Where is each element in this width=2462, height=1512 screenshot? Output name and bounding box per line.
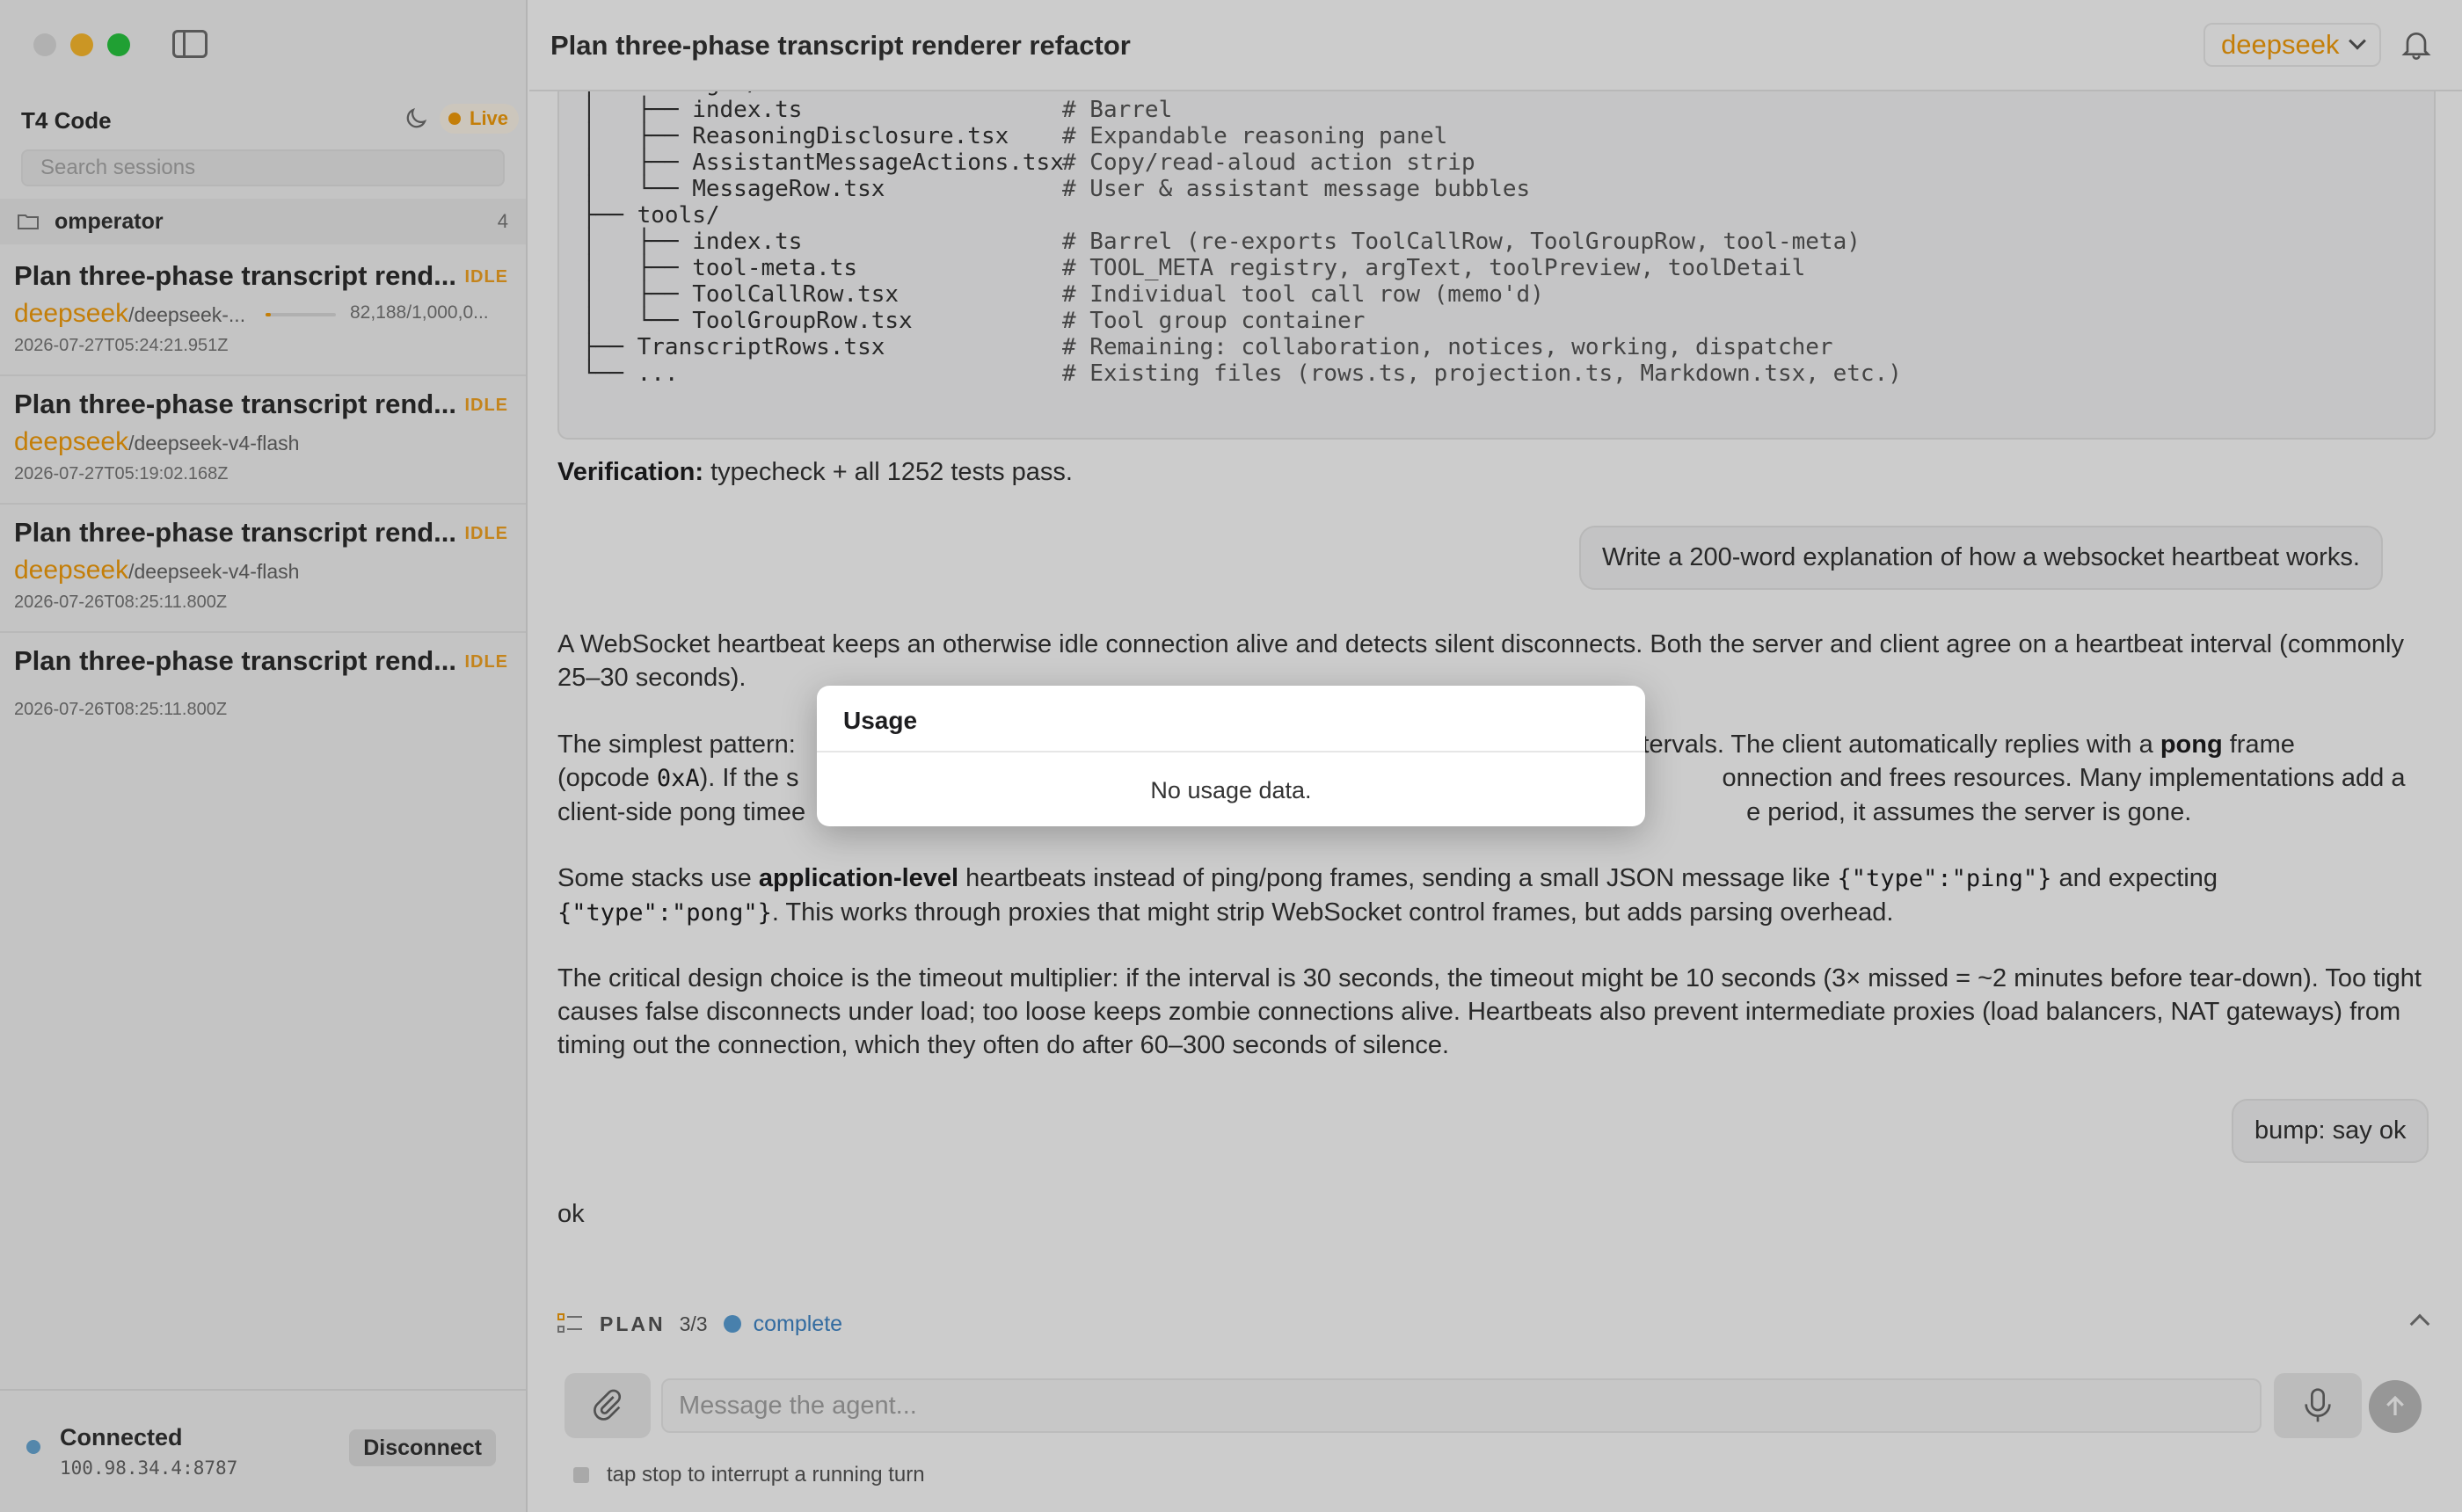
dialog-title: Usage: [843, 707, 918, 734]
divider: [817, 751, 1645, 752]
dialog-message: No usage data.: [1150, 777, 1312, 803]
usage-dialog: Usage No usage data.: [817, 686, 1645, 826]
